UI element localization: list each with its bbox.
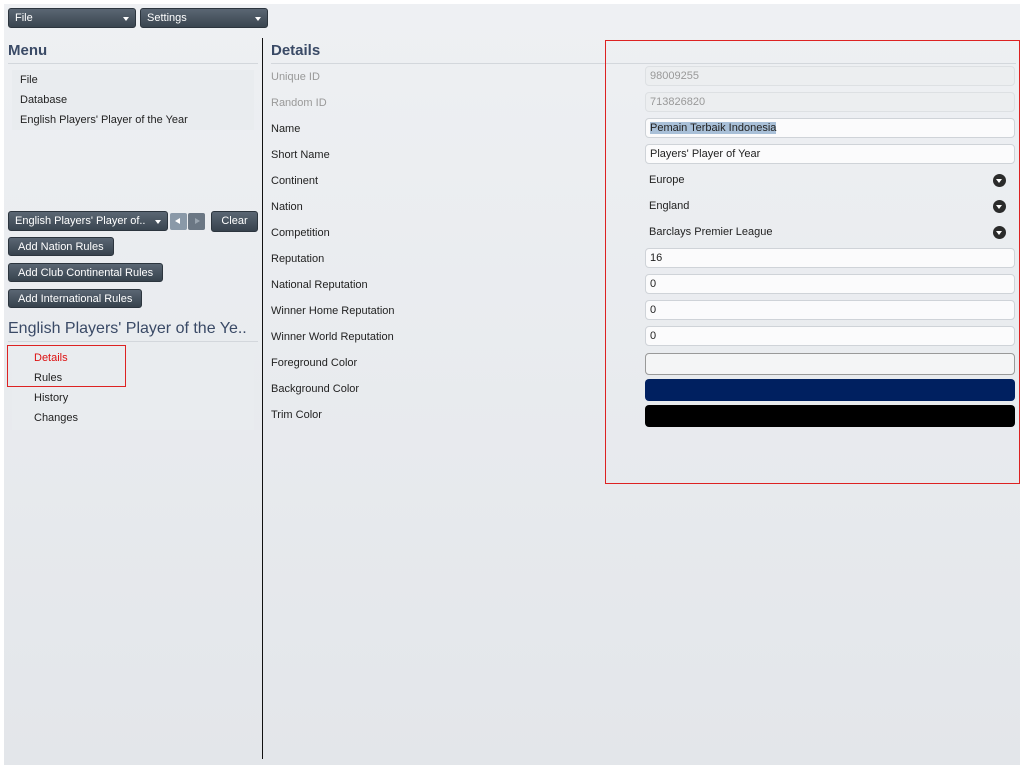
menu-title: Menu <box>8 42 48 59</box>
continent-select[interactable]: Europe <box>649 174 684 186</box>
foreground-color-label: Foreground Color <box>271 357 358 369</box>
reputation-label: Reputation <box>271 253 325 265</box>
nation-select[interactable]: England <box>649 200 689 212</box>
winner-world-reputation-label: Winner World Reputation <box>271 331 394 343</box>
menu-item-file[interactable]: File <box>20 74 38 86</box>
award-selector[interactable]: English Players' Player of.. <box>8 211 168 231</box>
winner-home-reputation-input[interactable]: 0 <box>645 300 1015 320</box>
tab-details[interactable]: Details <box>34 352 68 364</box>
competition-label: Competition <box>271 227 330 239</box>
chevron-down-icon <box>255 17 261 21</box>
random-id-label: Random ID <box>271 97 327 109</box>
arrow-left-icon <box>175 218 180 224</box>
chevron-down-icon <box>155 220 161 224</box>
unique-id-label: Unique ID <box>271 71 320 83</box>
chevron-down-circle-icon[interactable] <box>993 200 1006 213</box>
divider <box>8 63 258 64</box>
background-color-label: Background Color <box>271 383 360 395</box>
short-name-label: Short Name <box>271 149 330 161</box>
file-dropdown-label: File <box>15 12 33 24</box>
next-button[interactable] <box>188 213 205 230</box>
file-dropdown[interactable]: File <box>8 8 136 28</box>
name-input-value: Pemain Terbaik Indonesia <box>650 122 777 134</box>
reputation-input[interactable]: 16 <box>645 248 1015 268</box>
divider <box>271 63 1016 64</box>
prev-button[interactable] <box>170 213 187 230</box>
add-nation-rules-button[interactable]: Add Nation Rules <box>8 237 114 256</box>
random-id-field: 713826820 <box>645 92 1015 112</box>
chevron-down-circle-icon[interactable] <box>993 174 1006 187</box>
clear-button[interactable]: Clear <box>211 211 258 232</box>
tab-rules[interactable]: Rules <box>34 372 62 384</box>
national-reputation-input[interactable]: 0 <box>645 274 1015 294</box>
tab-changes[interactable]: Changes <box>34 412 78 424</box>
nation-label: Nation <box>271 201 303 213</box>
details-title: Details <box>271 42 321 59</box>
background-color-swatch[interactable] <box>645 379 1015 401</box>
chevron-down-circle-icon[interactable] <box>993 226 1006 239</box>
trim-color-swatch[interactable] <box>645 405 1015 427</box>
trim-color-label: Trim Color <box>271 409 322 421</box>
divider <box>8 341 258 342</box>
name-label: Name <box>271 123 301 135</box>
foreground-color-swatch[interactable] <box>645 353 1015 375</box>
winner-home-reputation-label: Winner Home Reputation <box>271 305 395 317</box>
name-input[interactable]: Pemain Terbaik Indonesia <box>645 118 1015 138</box>
winner-world-reputation-input[interactable]: 0 <box>645 326 1015 346</box>
menu-item-database[interactable]: Database <box>20 94 67 106</box>
entity-title: English Players' Player of the Ye.. <box>8 320 247 337</box>
panel-divider <box>262 38 263 759</box>
settings-dropdown-label: Settings <box>147 12 187 24</box>
menu-item-award[interactable]: English Players' Player of the Year <box>20 114 188 126</box>
chevron-down-icon <box>123 17 129 21</box>
tab-history[interactable]: History <box>34 392 68 404</box>
add-international-rules-button[interactable]: Add International Rules <box>8 289 143 308</box>
award-selector-value: English Players' Player of.. <box>15 215 146 227</box>
continent-label: Continent <box>271 175 319 187</box>
competition-select[interactable]: Barclays Premier League <box>649 226 773 238</box>
unique-id-field: 98009255 <box>645 66 1015 86</box>
add-club-continental-rules-button[interactable]: Add Club Continental Rules <box>8 263 164 282</box>
short-name-input[interactable]: Players' Player of Year <box>645 144 1015 164</box>
settings-dropdown[interactable]: Settings <box>140 8 268 28</box>
national-reputation-label: National Reputation <box>271 279 368 291</box>
arrow-right-icon <box>195 218 200 224</box>
